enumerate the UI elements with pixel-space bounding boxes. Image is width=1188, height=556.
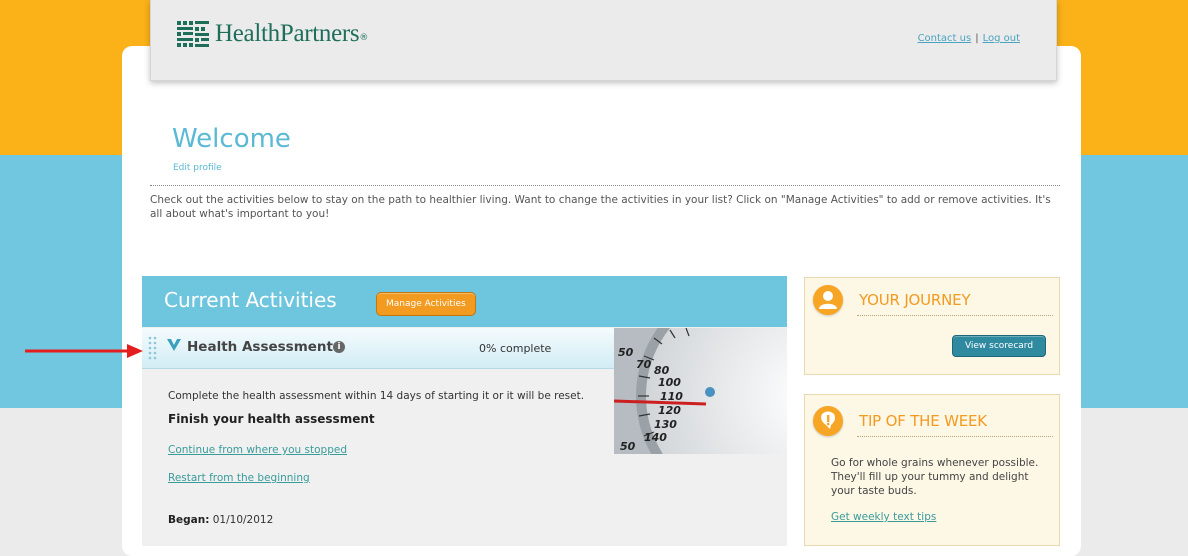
- red-arrow-icon: [25, 344, 143, 358]
- scale-image: 50 70 80 100 110 120 130 140 50: [614, 328, 787, 454]
- edit-profile-link[interactable]: Edit profile: [173, 163, 222, 173]
- logo[interactable]: HealthPartners ®: [177, 20, 368, 48]
- manage-activities-button[interactable]: Manage Activities: [376, 292, 476, 316]
- progress-text: 0% complete: [479, 342, 552, 355]
- site-header: HealthPartners ® Contact us | Log out: [150, 0, 1057, 81]
- began-label: Began:: [168, 514, 210, 526]
- header-links: Contact us | Log out: [918, 33, 1020, 44]
- svg-text:110: 110: [660, 390, 683, 403]
- your-journey-title: YOUR JOURNEY: [859, 291, 971, 309]
- intro-text: Check out the activities below to stay o…: [150, 194, 1051, 220]
- person-icon: [813, 285, 843, 315]
- began-date: Began: 01/10/2012: [168, 514, 273, 526]
- brand-trademark: ®: [359, 33, 369, 43]
- activities-title: Current Activities: [164, 288, 337, 312]
- health-assessment-title[interactable]: Health Assessment: [187, 339, 333, 355]
- tip-rule: [857, 436, 1053, 437]
- assessment-heading: Finish your health assessment: [168, 412, 375, 426]
- restart-link[interactable]: Restart from the beginning: [168, 472, 310, 484]
- svg-text:50: 50: [620, 440, 636, 453]
- info-icon[interactable]: i: [333, 341, 345, 353]
- drag-handle-icon[interactable]: [148, 336, 158, 362]
- your-journey-widget: YOUR JOURNEY View scorecard: [804, 277, 1060, 375]
- log-out-link[interactable]: Log out: [983, 33, 1020, 44]
- healthpartners-logo-icon: [177, 21, 209, 47]
- health-assessment-row[interactable]: Health Assessment i 0% complete: [142, 328, 614, 369]
- weekly-text-tips-link[interactable]: Get weekly text tips: [831, 511, 936, 523]
- continue-link[interactable]: Continue from where you stopped: [168, 444, 347, 456]
- svg-text:70: 70: [636, 358, 652, 371]
- contact-us-link[interactable]: Contact us: [918, 33, 972, 44]
- svg-text:140: 140: [644, 431, 667, 444]
- journey-rule: [857, 315, 1053, 316]
- tip-title: TIP OF THE WEEK: [859, 412, 987, 430]
- view-scorecard-button[interactable]: View scorecard: [952, 335, 1046, 357]
- tip-of-the-week-widget: TIP OF THE WEEK Go for whole grains when…: [804, 394, 1060, 546]
- svg-text:50: 50: [618, 346, 634, 359]
- svg-text:100: 100: [658, 376, 681, 389]
- chevron-down-icon[interactable]: [166, 338, 182, 352]
- svg-text:120: 120: [658, 404, 681, 417]
- tip-text: Go for whole grains whenever possible. T…: [831, 457, 1039, 497]
- page-title: Welcome: [172, 124, 291, 154]
- current-activities-panel: Current Activities Manage Activities Hea…: [142, 276, 787, 546]
- exclamation-icon: [813, 406, 843, 436]
- divider: [150, 185, 1060, 186]
- activities-header: Current Activities Manage Activities: [142, 276, 787, 327]
- assessment-note: Complete the health assessment within 14…: [168, 390, 585, 402]
- header-link-separator: |: [975, 33, 979, 44]
- svg-text:130: 130: [654, 418, 677, 431]
- brand-name: HealthPartners: [215, 20, 360, 47]
- began-value: 01/10/2012: [212, 514, 274, 526]
